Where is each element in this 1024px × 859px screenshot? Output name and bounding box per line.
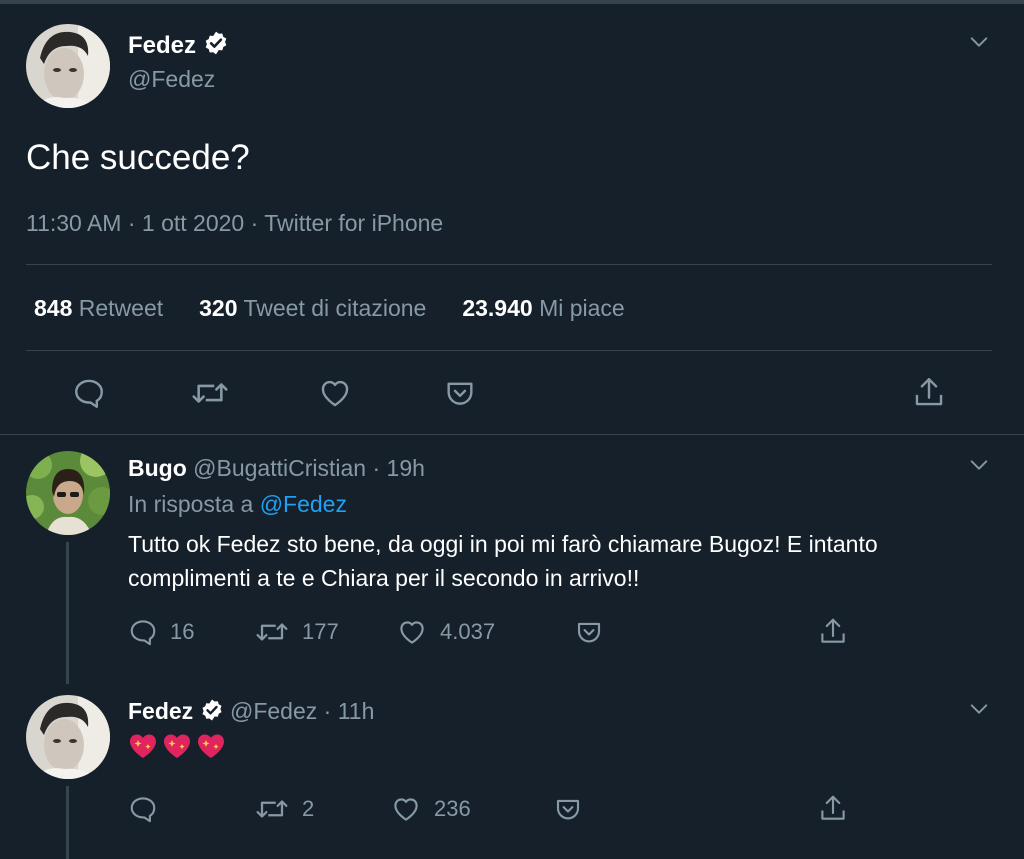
reply1-text: Tutto ok Fedez sto bene, da oggi in poi … (128, 527, 878, 595)
author-handle[interactable]: @Fedez (230, 698, 317, 724)
reply1-header: Bugo @BugattiCristian · 19h (128, 455, 425, 482)
chevron-down-icon[interactable] (968, 698, 990, 720)
chevron-down-icon[interactable] (968, 31, 990, 53)
retweet-count: 177 (302, 619, 339, 644)
thread-line (66, 786, 69, 859)
like-icon[interactable] (396, 617, 428, 647)
like-action[interactable]: 236 (390, 794, 471, 824)
separator-dot: · (323, 698, 332, 725)
separator-dot: · (372, 455, 381, 481)
reply-count: 16 (170, 619, 195, 644)
tweet-text: Che succede? (26, 138, 250, 177)
author-name[interactable]: Fedez (128, 698, 193, 724)
like-icon[interactable] (390, 794, 422, 824)
chevron-down-icon[interactable] (968, 454, 990, 476)
divider (26, 350, 992, 351)
avatar-fedez[interactable] (26, 695, 110, 779)
author-handle[interactable]: @Fedez (128, 66, 215, 93)
reply-action[interactable] (128, 794, 158, 824)
retweet-icon[interactable] (254, 617, 290, 647)
sparkling-heart-icon (128, 732, 158, 760)
like-stat[interactable]: 23.940 Mi piace (462, 295, 624, 322)
sparkling-heart-icon (162, 732, 192, 760)
retweet-count: 2 (302, 796, 315, 821)
reply-prefix: In risposta a (128, 491, 254, 517)
reply-context: In risposta a @Fedez (128, 491, 347, 518)
like-count: 236 (434, 796, 471, 821)
timestamp[interactable]: 19h (387, 455, 425, 481)
author-name[interactable]: Bugo (128, 455, 187, 481)
avatar-bugo[interactable] (26, 451, 110, 535)
tweet-stats: 848 Retweet 320 Tweet di citazione 23.94… (34, 295, 625, 322)
verified-badge-icon (203, 30, 229, 63)
share-icon[interactable] (818, 615, 848, 647)
bookmark-pocket-icon[interactable] (574, 617, 604, 647)
author-handle[interactable]: @BugattiCristian (193, 455, 366, 481)
reply1-text-line: Tutto ok Fedez sto bene, da oggi in poi … (128, 531, 878, 557)
retweet-icon[interactable] (254, 794, 290, 824)
reply-icon[interactable] (128, 617, 158, 647)
bookmark-pocket-icon[interactable] (553, 794, 583, 824)
bookmark-pocket-icon[interactable] (443, 376, 477, 410)
thread-line (66, 542, 69, 684)
share-icon[interactable] (912, 374, 946, 410)
retweet-action[interactable]: 177 (254, 617, 339, 647)
timestamp[interactable]: 11h (338, 698, 375, 724)
divider (26, 264, 992, 265)
reply2-header: Fedez @Fedez · 11h (128, 698, 374, 728)
author-name[interactable]: Fedez (128, 32, 196, 59)
divider (0, 434, 1024, 435)
top-border (0, 0, 1024, 4)
reply2-text (128, 732, 230, 760)
tweet-meta[interactable]: 11:30 AM · 1 ott 2020 · Twitter for iPho… (26, 210, 443, 237)
retweet-icon[interactable] (190, 376, 230, 410)
retweet-action[interactable]: 2 (254, 794, 314, 824)
verified-badge-icon (200, 698, 224, 728)
main-author-row: Fedez (128, 30, 229, 63)
reply1-text-line: complimenti a te e Chiara per il secondo… (128, 565, 640, 591)
quote-tweet-stat[interactable]: 320 Tweet di citazione (199, 295, 426, 322)
sparkling-heart-icon (196, 732, 226, 760)
like-count: 4.037 (440, 619, 496, 644)
like-icon[interactable] (317, 376, 353, 410)
share-icon[interactable] (818, 792, 848, 824)
reply-icon[interactable] (72, 376, 106, 410)
reply-to-link[interactable]: @Fedez (260, 491, 347, 517)
retweet-stat[interactable]: 848 Retweet (34, 295, 163, 322)
reply-action[interactable]: 16 (128, 617, 194, 647)
like-action[interactable]: 4.037 (396, 617, 495, 647)
reply-icon[interactable] (128, 794, 158, 824)
avatar-fedez[interactable] (26, 24, 110, 108)
